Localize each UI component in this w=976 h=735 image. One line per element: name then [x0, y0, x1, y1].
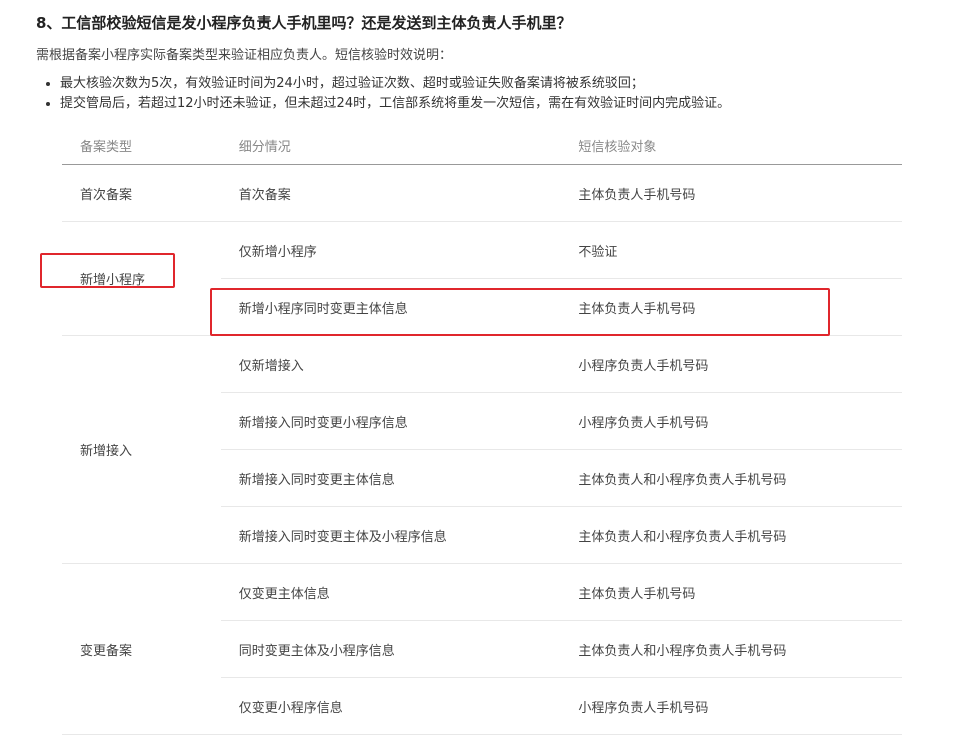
- type-cell: 新增小程序: [62, 221, 221, 336]
- table-row: 首次备案 首次备案 主体负责人手机号码: [62, 164, 902, 222]
- rules-list: 最大核验次数为5次，有效验证时间为24小时，超过验证次数、超时或验证失败备案请将…: [36, 74, 730, 114]
- detail-cell: 仅变更主体信息: [220, 563, 561, 621]
- target-cell: 主体负责人手机号码: [560, 563, 902, 621]
- target-cell: 主体负责人和小程序负责人手机号码: [560, 449, 902, 507]
- header-detail: 细分情况: [220, 126, 561, 165]
- detail-cell: 新增接入同时变更主体信息: [220, 449, 561, 507]
- header-target: 短信核验对象: [560, 126, 902, 165]
- detail-cell: 仅新增接入: [220, 335, 561, 393]
- table-row: 新增小程序 仅新增小程序 不验证: [62, 221, 902, 336]
- detail-cell: 同时变更主体及小程序信息: [220, 620, 561, 678]
- table-row: 新增接入 仅新增接入 小程序负责人手机号码: [62, 335, 902, 564]
- rule-item: 最大核验次数为5次，有效验证时间为24小时，超过验证次数、超时或验证失败备案请将…: [60, 74, 730, 94]
- type-cell: 新增接入: [62, 335, 221, 564]
- detail-cell: 仅变更小程序信息: [220, 677, 561, 735]
- target-cell: 小程序负责人手机号码: [560, 392, 902, 450]
- verification-table: 备案类型 细分情况 短信核验对象 首次备案 首次备案 主体负责人手机号码 新增小…: [62, 126, 902, 735]
- intro-text: 需根据备案小程序实际备案类型来验证相应负责人。短信核验时效说明：: [36, 48, 453, 63]
- verification-table-wrap: 备案类型 细分情况 短信核验对象 首次备案 首次备案 主体负责人手机号码 新增小…: [62, 126, 902, 735]
- target-cell: 小程序负责人手机号码: [560, 677, 902, 735]
- detail-cell: 新增接入同时变更主体及小程序信息: [220, 506, 561, 564]
- table-row: 变更备案 仅变更主体信息 主体负责人手机号码: [62, 563, 902, 735]
- detail-cell: 首次备案: [220, 164, 561, 222]
- type-cell: 首次备案: [62, 164, 221, 222]
- faq-question-title: 8、工信部校验短信是发小程序负责人手机里吗？还是发送到主体负责人手机里？: [36, 14, 572, 32]
- target-cell: 小程序负责人手机号码: [560, 335, 902, 393]
- detail-cell: 新增接入同时变更小程序信息: [220, 392, 561, 450]
- type-cell: 变更备案: [62, 563, 221, 735]
- target-cell: 主体负责人和小程序负责人手机号码: [560, 506, 902, 564]
- table-header-row: 备案类型 细分情况 短信核验对象: [62, 126, 902, 165]
- target-cell: 主体负责人手机号码: [560, 278, 902, 336]
- detail-cell: 仅新增小程序: [220, 221, 561, 279]
- target-cell: 主体负责人和小程序负责人手机号码: [560, 620, 902, 678]
- rule-item: 提交管局后，若超过12小时还未验证，但未超过24时，工信部系统将重发一次短信，需…: [60, 94, 730, 114]
- target-cell: 主体负责人手机号码: [560, 164, 902, 222]
- target-cell: 不验证: [560, 221, 902, 279]
- header-type: 备案类型: [62, 126, 221, 165]
- detail-cell: 新增小程序同时变更主体信息: [220, 278, 561, 336]
